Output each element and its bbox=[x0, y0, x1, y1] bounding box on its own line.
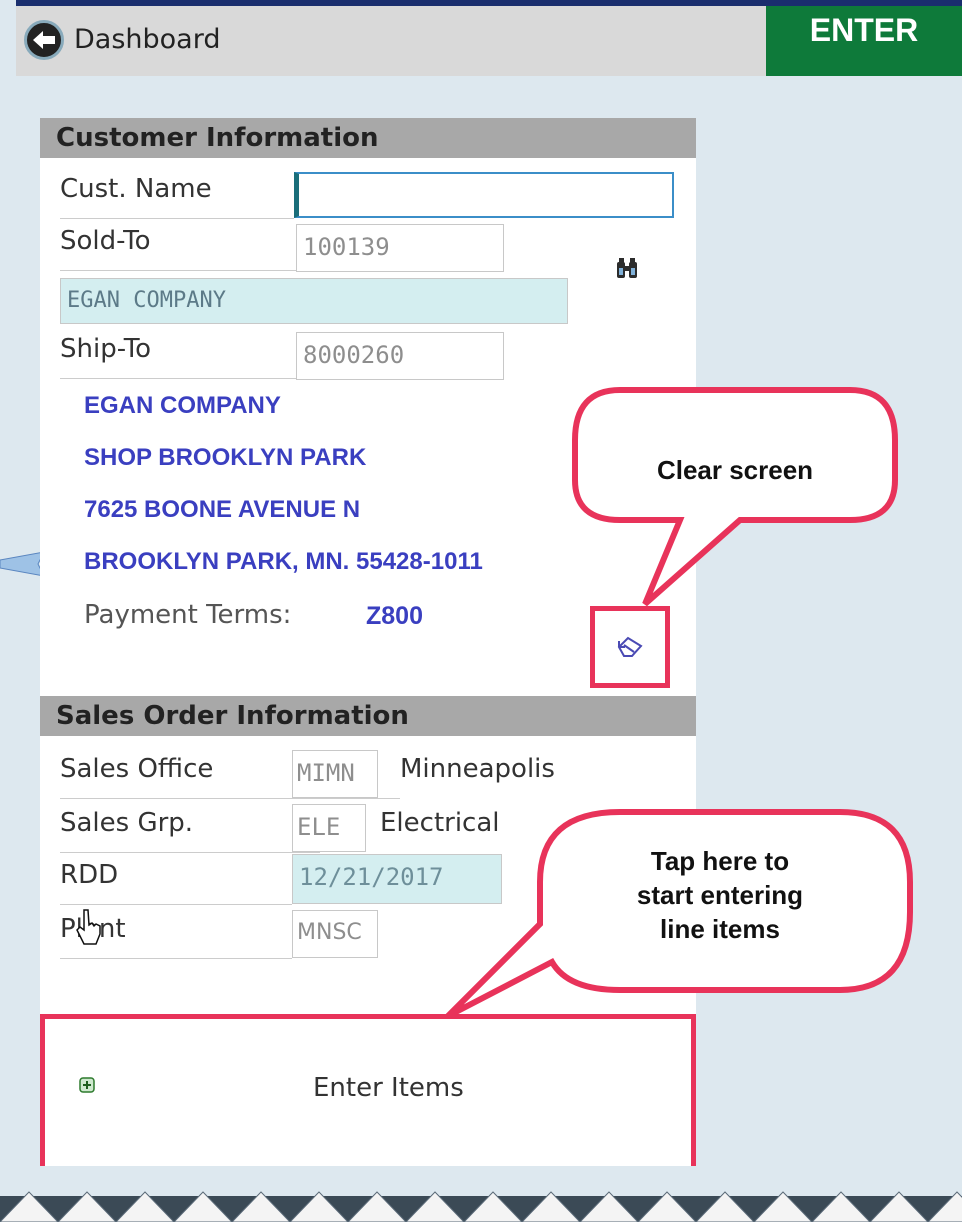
torn-edge-decoration bbox=[0, 1166, 962, 1222]
sold-to-label: Sold-To bbox=[60, 226, 151, 256]
binoculars-icon[interactable] bbox=[616, 256, 638, 280]
mouse-cursor-icon bbox=[76, 909, 101, 945]
address-line-3: 7625 BOONE AVENUE N bbox=[84, 496, 361, 523]
underline bbox=[60, 798, 400, 799]
sales-order-section-header: Sales Order Information bbox=[40, 696, 696, 736]
plus-icon bbox=[79, 1077, 95, 1093]
sales-office-name: Minneapolis bbox=[400, 754, 555, 784]
underline bbox=[60, 852, 320, 853]
sales-grp-label: Sales Grp. bbox=[60, 808, 194, 838]
ship-to-label: Ship-To bbox=[60, 334, 152, 364]
underline bbox=[60, 218, 294, 219]
dashboard-link[interactable]: Dashboard bbox=[74, 24, 220, 55]
enter-items-label: Enter Items bbox=[313, 1073, 464, 1103]
address-line-1: EGAN COMPANY bbox=[84, 392, 281, 419]
underline bbox=[60, 270, 296, 271]
address-line-2: SHOP BROOKLYN PARK bbox=[84, 444, 367, 471]
sold-to-name-field: EGAN COMPANY bbox=[60, 278, 568, 324]
clear-screen-callout: Clear screen bbox=[656, 455, 814, 485]
sales-office-input[interactable]: MIMN bbox=[292, 750, 378, 798]
eraser-icon bbox=[617, 636, 643, 657]
enter-button[interactable]: ENTER bbox=[766, 6, 962, 76]
tap-here-line-2: start entering bbox=[636, 880, 804, 910]
pointer-arrow-icon bbox=[0, 551, 44, 577]
payment-terms-value: Z800 bbox=[366, 602, 423, 630]
tap-here-line-3: line items bbox=[660, 914, 780, 944]
plant-input[interactable]: MNSC bbox=[292, 910, 378, 958]
clear-screen-callout-bubble bbox=[572, 387, 898, 607]
enter-items-button[interactable]: Enter Items bbox=[40, 1014, 696, 1176]
address-line-4: BROOKLYN PARK, MN. 55428-1011 bbox=[84, 548, 483, 575]
cust-name-input[interactable] bbox=[294, 172, 674, 218]
sales-office-label: Sales Office bbox=[60, 754, 214, 784]
page: Dashboard ENTER Customer Information Cus… bbox=[0, 0, 962, 1222]
ship-to-input[interactable]: 8000260 bbox=[296, 332, 504, 380]
rdd-label: RDD bbox=[60, 860, 119, 890]
customer-section-header: Customer Information bbox=[40, 118, 696, 158]
underline bbox=[60, 378, 296, 379]
tap-here-callout: Tap here to start entering line items bbox=[580, 844, 860, 946]
payment-terms-label: Payment Terms: bbox=[84, 600, 292, 630]
top-bar: Dashboard ENTER bbox=[16, 0, 962, 76]
back-arrow-icon[interactable] bbox=[24, 20, 64, 60]
sales-grp-input[interactable]: ELE bbox=[292, 804, 366, 852]
underline bbox=[60, 958, 292, 959]
sold-to-input[interactable]: 100139 bbox=[296, 224, 504, 272]
underline bbox=[60, 904, 292, 905]
tap-here-line-1: Tap here to bbox=[650, 846, 790, 876]
cust-name-label: Cust. Name bbox=[60, 174, 212, 204]
order-panel: Customer Information Cust. Name Sold-To … bbox=[40, 118, 696, 1218]
